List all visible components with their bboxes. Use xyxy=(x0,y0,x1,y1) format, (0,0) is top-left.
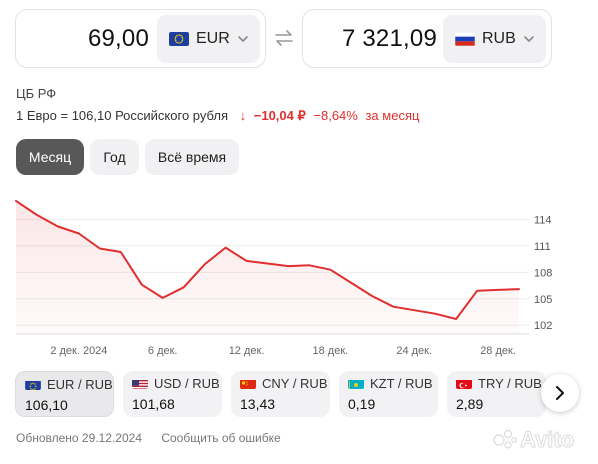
rate-chart-svg: 114 111 108 105 102 2 дек. 2024 6 дек. 12 дек.… xyxy=(15,199,552,357)
pair-name: TRY / RUB xyxy=(478,376,542,391)
chart-data-point xyxy=(455,318,457,320)
us-flag-icon xyxy=(132,378,148,389)
chart-data-point xyxy=(329,268,331,270)
chevron-right-icon xyxy=(556,386,564,400)
tab-month[interactable]: Месяц xyxy=(16,139,84,175)
footer: Обновлено 29.12.2024 Сообщить об ошибке xyxy=(16,431,281,445)
kz-flag-icon xyxy=(348,378,364,389)
x-tick-label: 6 дек. xyxy=(148,345,178,357)
chart-data-point xyxy=(162,297,164,299)
rate-chart[interactable]: 114 111 108 105 102 2 дек. 2024 6 дек. 12 дек.… xyxy=(0,185,560,360)
x-tick-label: 24 дек. xyxy=(396,345,432,357)
chart-data-point xyxy=(413,309,415,311)
chart-data-point xyxy=(497,289,499,291)
chart-data-point xyxy=(434,313,436,315)
rate-change-absolute: −10,04 ₽ xyxy=(253,108,306,123)
rate-source: ЦБ РФ xyxy=(16,86,57,101)
pair-card-kzt-rub[interactable]: KZT / RUB 0,19 xyxy=(339,371,438,417)
to-currency-code: RUB xyxy=(482,30,516,47)
chart-data-point xyxy=(203,263,205,265)
chevron-down-icon xyxy=(522,32,536,46)
tr-flag-icon xyxy=(456,378,472,389)
chart-data-point xyxy=(36,214,38,216)
to-amount-field[interactable]: 7 321,09 RUB xyxy=(302,9,552,68)
currency-converter: 69,00 EUR 7 321,09 RUB xyxy=(15,9,552,69)
pair-value: 106,10 xyxy=(25,397,68,413)
pair-value: 101,68 xyxy=(132,396,175,412)
x-tick-label: 18 дек. xyxy=(313,345,349,357)
pair-name: USD / RUB xyxy=(154,376,220,391)
chart-data-point xyxy=(15,200,17,202)
chart-data-point xyxy=(78,232,80,234)
y-tick-label: 105 xyxy=(534,294,552,306)
pair-card-eur-rub[interactable]: EUR / RUB 106,10 xyxy=(15,371,114,417)
swap-icon[interactable] xyxy=(273,27,295,49)
chevron-down-icon xyxy=(236,32,250,46)
to-currency-select[interactable]: RUB xyxy=(443,15,546,63)
from-currency-code: EUR xyxy=(196,30,230,47)
y-tick-label: 102 xyxy=(534,320,552,332)
arrow-down-icon: ↓ xyxy=(239,108,247,123)
chart-data-point xyxy=(141,283,143,285)
chart-data-point xyxy=(518,288,520,290)
x-tick-label: 2 дек. 2024 xyxy=(50,345,107,357)
from-amount-field[interactable]: 69,00 EUR xyxy=(15,9,266,68)
tab-all-time[interactable]: Всё время xyxy=(145,139,239,175)
chart-data-point xyxy=(392,305,394,307)
rate-change-percent: −8,64% xyxy=(313,108,358,123)
eu-flag-icon xyxy=(169,32,189,46)
rate-line: 1 Евро = 106,10 Российского рубля ↓ −10,… xyxy=(16,108,419,124)
from-amount-value[interactable]: 69,00 xyxy=(88,25,149,53)
pair-value: 13,43 xyxy=(240,396,276,412)
x-tick-label: 28 дек. xyxy=(480,345,516,357)
y-tick-label: 108 xyxy=(534,267,552,279)
pair-name: KZT / RUB xyxy=(370,376,433,391)
pair-card-cny-rub[interactable]: CNY / RUB 13,43 xyxy=(231,371,330,417)
chart-data-point xyxy=(371,295,373,297)
rate-change-period: за месяц xyxy=(365,108,420,123)
cn-flag-icon xyxy=(240,378,256,389)
ru-flag-icon xyxy=(455,32,475,46)
watermark-text: Avito xyxy=(520,427,574,452)
rate-text: 1 Евро = 106,10 Российского рубля xyxy=(16,108,228,123)
chart-data-point xyxy=(266,262,268,264)
currency-pairs: EUR / RUB 106,10 USD / RUB 101,68 CNY / … xyxy=(15,371,598,419)
chart-data-point xyxy=(120,251,122,253)
chart-data-point xyxy=(57,225,59,227)
x-tick-label: 12 дек. xyxy=(229,345,265,357)
to-amount-value[interactable]: 7 321,09 xyxy=(342,25,437,53)
chart-data-point xyxy=(99,247,101,249)
pair-card-try-rub[interactable]: TRY / RUB 2,89 xyxy=(447,371,546,417)
report-error-link[interactable]: Сообщить об ошибке xyxy=(161,431,280,445)
chart-area-fill xyxy=(16,200,519,334)
y-tick-label: 114 xyxy=(534,214,552,226)
y-tick-label: 111 xyxy=(534,241,551,253)
chart-data-point xyxy=(476,290,478,292)
chart-data-point xyxy=(287,265,289,267)
from-currency-select[interactable]: EUR xyxy=(157,15,260,63)
pairs-next-button[interactable] xyxy=(541,374,579,412)
pair-name: EUR / RUB xyxy=(47,377,113,392)
chart-data-point xyxy=(308,264,310,266)
pair-card-usd-rub[interactable]: USD / RUB 101,68 xyxy=(123,371,222,417)
updated-text: Обновлено 29.12.2024 xyxy=(16,431,142,445)
pair-value: 2,89 xyxy=(456,396,484,412)
eu-flag-icon xyxy=(25,379,41,390)
tab-year[interactable]: Год xyxy=(90,139,139,175)
pair-name: CNY / RUB xyxy=(262,376,328,391)
avito-watermark: Avito xyxy=(493,423,588,458)
chart-data-point xyxy=(245,260,247,262)
chart-data-point xyxy=(182,286,184,288)
pair-value: 0,19 xyxy=(348,396,376,412)
chart-data-point xyxy=(350,282,352,284)
chart-data-point xyxy=(224,246,226,248)
